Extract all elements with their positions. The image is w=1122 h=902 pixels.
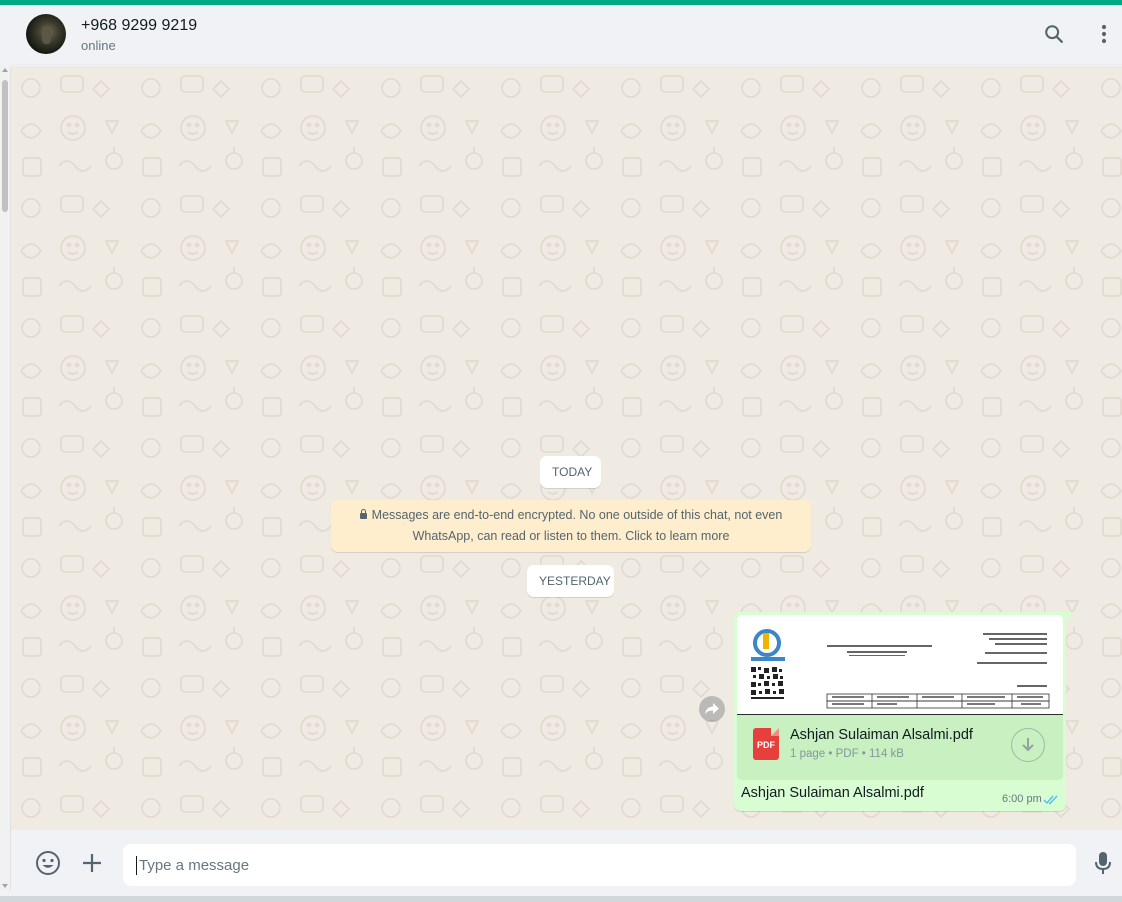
microphone-icon[interactable] bbox=[1089, 849, 1117, 877]
contact-status: online bbox=[81, 38, 116, 53]
document-preview-thumbnail[interactable] bbox=[737, 615, 1063, 715]
forward-icon[interactable] bbox=[699, 696, 725, 722]
bubble-tail bbox=[1066, 612, 1074, 622]
composer-bar bbox=[11, 830, 1122, 896]
window-bottom-edge bbox=[0, 896, 1122, 902]
search-icon[interactable] bbox=[1041, 21, 1067, 47]
encryption-notice[interactable]: Messages are end-to-end encrypted. No on… bbox=[331, 500, 811, 552]
chat-header: +968 9299 9219 online bbox=[11, 5, 1122, 65]
message-caption: Ashjan Sulaiman Alsalmi.pdf bbox=[741, 785, 924, 801]
document-attachment-card[interactable]: PDF Ashjan Sulaiman Alsalmi.pdf 1 page •… bbox=[737, 715, 1063, 780]
lock-icon bbox=[359, 509, 367, 519]
message-input[interactable] bbox=[123, 844, 1076, 886]
emoji-icon[interactable] bbox=[34, 849, 62, 877]
message-time: 6:00 pm bbox=[1002, 793, 1042, 805]
scroll-thumb[interactable] bbox=[2, 80, 8, 212]
contact-name[interactable]: +968 9299 9219 bbox=[81, 17, 197, 35]
date-divider-today: TODAY bbox=[540, 456, 601, 488]
scroll-down-arrow[interactable] bbox=[2, 884, 8, 888]
read-receipt-icon bbox=[1043, 792, 1059, 810]
text-caret bbox=[136, 856, 137, 875]
chat-scrollbar[interactable] bbox=[0, 66, 11, 890]
menu-dots-icon[interactable] bbox=[1091, 21, 1117, 47]
download-icon[interactable] bbox=[1011, 728, 1045, 762]
pdf-file-icon: PDF bbox=[753, 728, 779, 760]
document-meta: 1 page • PDF • 114 kB bbox=[790, 748, 904, 760]
document-preview-image bbox=[737, 615, 1063, 714]
outgoing-message-bubble[interactable]: PDF Ashjan Sulaiman Alsalmi.pdf 1 page •… bbox=[734, 612, 1074, 811]
contact-avatar[interactable] bbox=[26, 14, 66, 54]
chat-panel: TODAY Messages are end-to-end encrypted.… bbox=[11, 66, 1122, 830]
date-divider-yesterday: YESTERDAY bbox=[527, 565, 614, 597]
plus-icon[interactable] bbox=[78, 849, 106, 877]
scroll-up-arrow[interactable] bbox=[2, 68, 8, 72]
document-file-name[interactable]: Ashjan Sulaiman Alsalmi.pdf bbox=[790, 727, 973, 743]
encryption-notice-text: Messages are end-to-end encrypted. No on… bbox=[371, 508, 783, 543]
